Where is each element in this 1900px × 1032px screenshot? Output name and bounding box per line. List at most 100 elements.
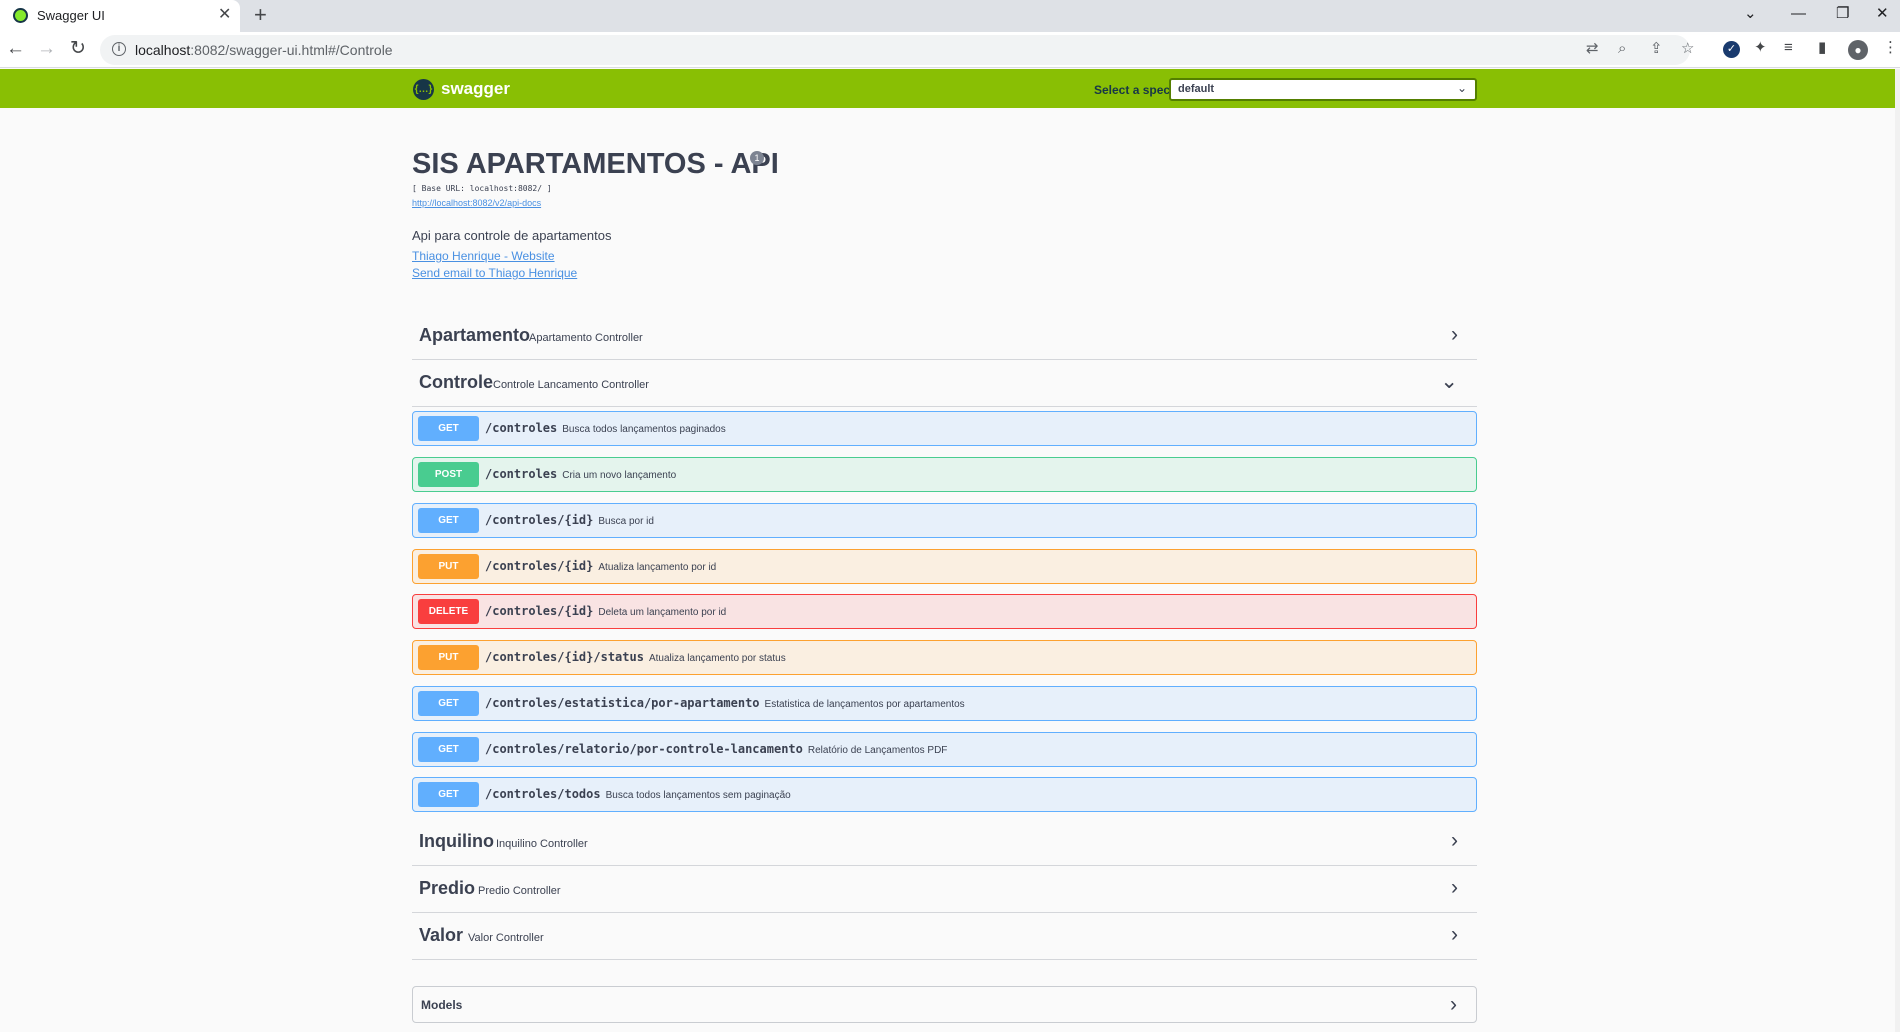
page-scrollbar[interactable] [1895,69,1900,1032]
operation-path: /controles/{id} Busca por id [485,513,654,527]
operation-get-controles-id[interactable]: GET /controles/{id} Busca por id [412,503,1477,538]
operation-path: /controles/{id}/status Atualiza lançament… [485,650,786,664]
share-icon[interactable]: ⇪ [1650,40,1663,58]
method-badge: GET [418,416,479,441]
tab-search-chevron-icon[interactable]: ⌄ [1744,5,1757,23]
tab-close-icon[interactable]: ✕ [218,6,231,24]
operation-summary: Atualiza lançamento por status [648,653,786,664]
chevron-right-icon: › [1451,876,1458,899]
operation-summary: Busca todos lançamentos sem paginação [605,790,791,801]
method-badge: POST [418,462,479,487]
operation-path: /controles Busca todos lançamentos pagina… [485,421,726,435]
base-url: [ Base URL: localhost:8082/ ] [412,184,552,193]
tag-name: Inquilino [419,831,494,851]
reading-list-icon[interactable]: ≡ [1784,39,1793,57]
method-badge: GET [418,508,479,533]
swagger-topbar: {…} swagger Select a spec default ⌄ [0,69,1895,108]
operation-put-controles-id[interactable]: PUT /controles/{id} Atualiza lançamento p… [412,549,1477,584]
method-badge: PUT [418,554,479,579]
site-info-icon[interactable]: i [112,42,126,56]
translate-icon[interactable]: ⇄ [1586,40,1599,58]
api-docs-link[interactable]: http://localhost:8082/v2/api-docs [412,198,541,208]
operation-path: /controles/relatorio/por-controle-lancam… [485,742,948,756]
tag-controle[interactable]: Controle Controle Lancamento Controller … [412,360,1477,407]
tag-description: Inquilino Controller [496,838,588,850]
email-link[interactable]: Send email to Thiago Henrique [412,266,577,280]
select-spec-label: Select a spec [1094,83,1171,97]
swagger-logo-text: swagger [441,79,510,98]
operation-summary: Busca por id [598,516,654,527]
swagger-favicon-icon [13,8,28,23]
operation-summary: Busca todos lançamentos paginados [562,424,726,435]
extensions-puzzle-icon[interactable]: ✦ [1754,39,1767,57]
new-tab-button[interactable]: + [254,3,267,27]
chevron-right-icon: › [1450,993,1457,1016]
operation-get-relatorio[interactable]: GET /controles/relatorio/por-controle-la… [412,732,1477,767]
models-section[interactable]: Models › [412,986,1477,1023]
profile-avatar[interactable]: ● [1848,40,1868,60]
operation-summary: Cria um novo lançamento [562,470,677,481]
restore-button[interactable]: ❐ [1836,5,1849,23]
tag-name: Apartamento [419,325,531,345]
method-badge: DELETE [418,599,479,624]
operation-summary: Atualiza lançamento por id [598,562,717,573]
chevron-down-icon: ⌄ [1440,370,1458,393]
operation-path: /controles/todos Busca todos lançamentos … [485,787,791,801]
url-text: localhost:8082/swagger-ui.html#/Controle [135,42,393,58]
browser-tab-strip: Swagger UI ✕ + ⌄ — ❐ ✕ [0,0,1900,32]
spec-select[interactable]: default ⌄ [1169,78,1477,101]
api-title: SIS APARTAMENTOS - API [412,148,779,180]
api-description: Api para controle de apartamentos [412,228,612,243]
swagger-logo-icon: {…} [413,79,434,100]
chevron-down-icon: ⌄ [1456,81,1467,95]
operation-summary: Deleta um lançamento por id [598,607,727,618]
url-host: localhost [135,42,191,58]
tag-apartamento[interactable]: Apartamento Apartamento Controller › [412,313,1477,360]
method-badge: GET [418,782,479,807]
browser-toolbar: ← → ↻ i localhost:8082/swagger-ui.html#/… [0,32,1900,68]
extension-check-icon[interactable]: ✓ [1723,41,1740,58]
operation-get-estatistica[interactable]: GET /controles/estatistica/por-apartamen… [412,686,1477,721]
website-link[interactable]: Thiago Henrique - Website [412,249,555,263]
tag-inquilino[interactable]: Inquilino Inquilino Controller › [412,819,1477,866]
method-badge: GET [418,737,479,762]
tag-predio[interactable]: Predio Predio Controller › [412,866,1477,913]
tag-description: Controle Lancamento Controller [493,379,649,391]
minimize-button[interactable]: — [1791,5,1806,23]
browser-menu-icon[interactable]: ⋮ [1883,39,1898,57]
operation-summary: Relatório de Lançamentos PDF [807,745,948,756]
method-badge: GET [418,691,479,716]
bookmark-star-icon[interactable]: ☆ [1681,40,1694,58]
reload-icon[interactable]: ↻ [70,38,86,60]
operation-get-controles-todos[interactable]: GET /controles/todos Busca todos lançamen… [412,777,1477,812]
operation-summary: Estatistica de lançamentos por apartamen… [764,699,965,710]
back-arrow-icon[interactable]: ← [6,38,25,60]
close-window-button[interactable]: ✕ [1876,5,1889,23]
tag-name: Controle [419,372,493,392]
zoom-icon[interactable]: ⌕ [1618,40,1626,58]
side-panel-icon[interactable]: ▮ [1818,39,1826,57]
tag-valor[interactable]: Valor Valor Controller › [412,913,1477,960]
chevron-right-icon: › [1451,829,1458,852]
address-bar[interactable]: i localhost:8082/swagger-ui.html#/Contro… [100,35,1694,65]
tag-description: Apartamento Controller [529,332,643,344]
spec-select-value: default [1178,83,1215,95]
operation-path: /controles Cria um novo lançamento [485,467,677,481]
browser-tab[interactable]: Swagger UI ✕ [0,0,240,32]
tag-name: Predio [419,878,476,898]
tab-title: Swagger UI [37,8,105,23]
chevron-right-icon: › [1451,923,1458,946]
operation-post-controles[interactable]: POST /controles Cria um novo lançamento [412,457,1477,492]
tag-name: Valor [419,925,464,945]
models-title: Models [421,998,463,1012]
version-badge: 1 [750,151,764,165]
method-badge: PUT [418,645,479,670]
tag-description: Predio Controller [478,885,561,897]
operation-path: /controles/{id} Deleta um lançamento por … [485,604,727,618]
chevron-right-icon: › [1451,323,1458,346]
operation-get-controles[interactable]: GET /controles Busca todos lançamentos pa… [412,411,1477,446]
operation-delete-controles-id[interactable]: DELETE /controles/{id} Deleta um lançamen… [412,594,1477,629]
operation-path: /controles/{id} Atualiza lançamento por i… [485,559,717,573]
forward-arrow-icon[interactable]: → [37,38,56,60]
operation-put-controles-id-status[interactable]: PUT /controles/{id}/status Atualiza lança… [412,640,1477,675]
